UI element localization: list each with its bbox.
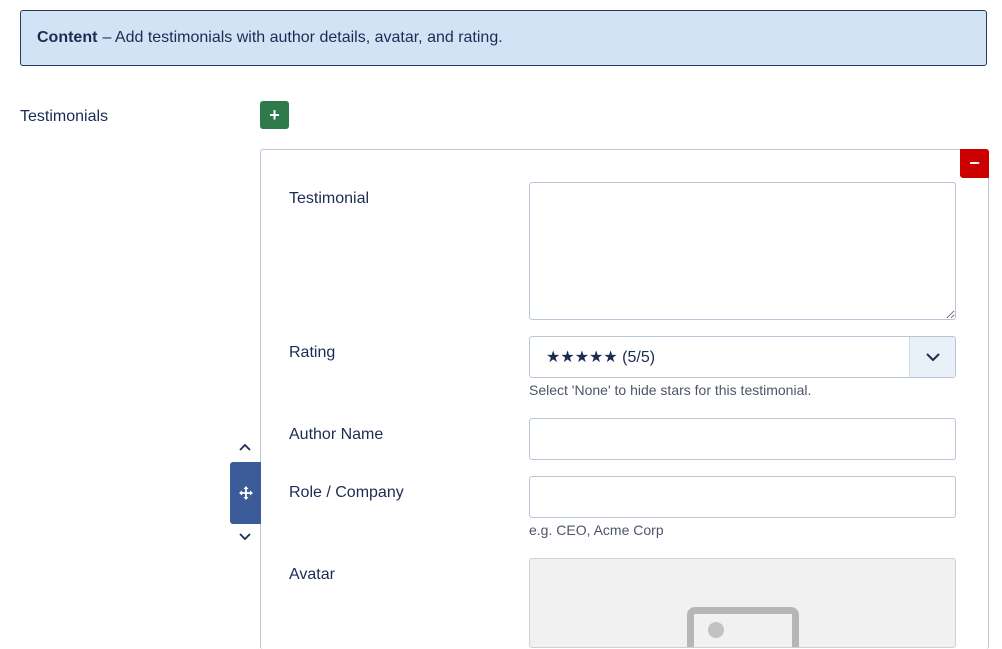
add-testimonial-button[interactable]: + <box>260 101 289 129</box>
testimonials-label: Testimonials <box>20 108 109 125</box>
move-up-button[interactable] <box>236 440 254 454</box>
testimonial-textarea[interactable] <box>529 182 956 320</box>
testimonial-label: Testimonial <box>289 190 370 207</box>
alert-title: Content <box>37 29 98 46</box>
role-company-input[interactable] <box>529 476 956 518</box>
author-name-label: Author Name <box>289 426 384 443</box>
role-company-hint: e.g. CEO, Acme Corp <box>529 522 664 538</box>
remove-testimonial-button[interactable]: − <box>960 149 989 178</box>
content-info-alert: Content – Add testimonials with author d… <box>20 10 987 66</box>
move-icon <box>238 486 253 500</box>
drag-handle[interactable] <box>230 462 261 524</box>
move-down-button[interactable] <box>236 530 254 544</box>
alert-message: – Add testimonials with author details, … <box>102 29 503 46</box>
rating-hint: Select 'None' to hide stars for this tes… <box>529 382 812 398</box>
chevron-up-icon <box>239 443 251 451</box>
image-placeholder-icon <box>687 607 799 647</box>
rating-select[interactable]: ★★★★★ (5/5) <box>529 336 956 378</box>
avatar-picker[interactable] <box>529 558 956 648</box>
plus-icon: + <box>269 104 280 125</box>
author-name-input[interactable] <box>529 418 956 460</box>
minus-icon: − <box>969 153 980 173</box>
avatar-label: Avatar <box>289 566 335 583</box>
chevron-down-icon <box>239 533 251 541</box>
role-company-label: Role / Company <box>289 484 404 501</box>
chevron-down-icon <box>909 337 955 377</box>
rating-selected-value: ★★★★★ (5/5) <box>546 349 656 366</box>
rating-label: Rating <box>289 344 336 361</box>
